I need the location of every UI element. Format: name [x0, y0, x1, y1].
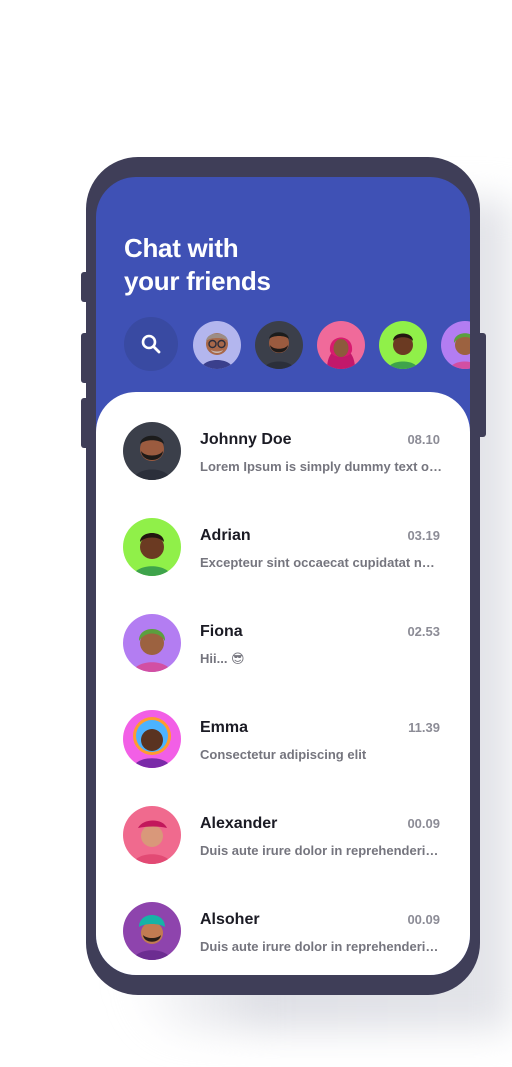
avatar-man-beret-icon — [133, 820, 171, 864]
story-avatar-1[interactable] — [193, 321, 241, 369]
chat-time: 08.10 — [407, 432, 440, 447]
phone-button-power — [480, 333, 486, 437]
chat-time: 00.09 — [407, 816, 440, 831]
story-avatar-4[interactable] — [379, 321, 427, 369]
chat-row-alexander[interactable]: Alexander 00.09 Duis aute irure dolor in… — [96, 806, 470, 886]
avatar-man-turban-icon — [133, 915, 171, 960]
chat-message-preview: Duis aute irure dolor in reprehenderit i… — [200, 843, 442, 858]
chat-time: 00.09 — [407, 912, 440, 927]
avatar-woman-purple-icon — [133, 629, 171, 672]
avatar — [123, 614, 181, 672]
chat-message-preview: Excepteur sint occaecat cupidatat non pr… — [200, 555, 442, 570]
chat-name: Alsoher — [200, 911, 260, 928]
chat-name: Johnny Doe — [200, 431, 292, 448]
avatar-woman-purple-icon — [450, 333, 470, 369]
chat-name: Adrian — [200, 527, 251, 544]
search-icon — [140, 333, 162, 355]
chat-time: 11.39 — [408, 720, 440, 735]
story-avatar-3[interactable] — [317, 321, 365, 369]
chat-row-johnny-doe[interactable]: Johnny Doe 08.10 Lorem Ipsum is simply d… — [96, 422, 470, 502]
avatar — [123, 710, 181, 768]
story-avatar-5[interactable] — [441, 321, 470, 369]
chat-message-preview: Lorem Ipsum is simply dummy text of the … — [200, 459, 442, 474]
chat-row-alsoher[interactable]: Alsoher 00.09 Duis aute irure dolor in r… — [96, 902, 470, 975]
avatar-bearded-man-icon — [264, 332, 294, 369]
avatar — [123, 806, 181, 864]
chat-time: 03.19 — [407, 528, 440, 543]
chat-time: 02.53 — [407, 624, 440, 639]
chat-message-preview: Hii... 😎 — [200, 651, 245, 666]
page-title: Chat with your friends — [124, 232, 271, 298]
chat-list: Johnny Doe 08.10 Lorem Ipsum is simply d… — [96, 392, 470, 975]
chat-name: Alexander — [200, 815, 278, 832]
avatar-woman-hijab-icon — [327, 337, 355, 369]
avatar-bearded-man-icon — [133, 435, 171, 480]
story-avatar-2[interactable] — [255, 321, 303, 369]
avatar-man-green-icon — [133, 533, 171, 576]
avatar — [123, 518, 181, 576]
chat-name: Emma — [200, 719, 249, 736]
chat-name: Fiona — [200, 623, 243, 640]
title-line-2: your friends — [124, 266, 271, 296]
chat-row-emma[interactable]: Emma 11.39 Consectetur adipiscing elit — [96, 710, 470, 790]
avatar-man-green-icon — [388, 333, 418, 369]
search-button[interactable] — [124, 317, 178, 371]
avatar-glasses-man-icon — [201, 333, 233, 369]
chat-row-fiona[interactable]: Fiona 02.53 Hii... 😎 — [96, 614, 470, 694]
avatar — [123, 902, 181, 960]
app-screen: Chat with your friends Johnny Doe 08.10 … — [96, 177, 470, 975]
title-line-1: Chat with — [124, 233, 239, 263]
avatar — [123, 422, 181, 480]
chat-message-preview: Duis aute irure dolor in reprehenderit i… — [200, 939, 442, 954]
chat-message-preview: Consectetur adipiscing elit — [200, 747, 367, 762]
avatar-woman-rainbow-hair-icon — [133, 717, 171, 768]
chat-row-adrian[interactable]: Adrian 03.19 Excepteur sint occaecat cup… — [96, 518, 470, 598]
stories-row — [124, 317, 470, 371]
